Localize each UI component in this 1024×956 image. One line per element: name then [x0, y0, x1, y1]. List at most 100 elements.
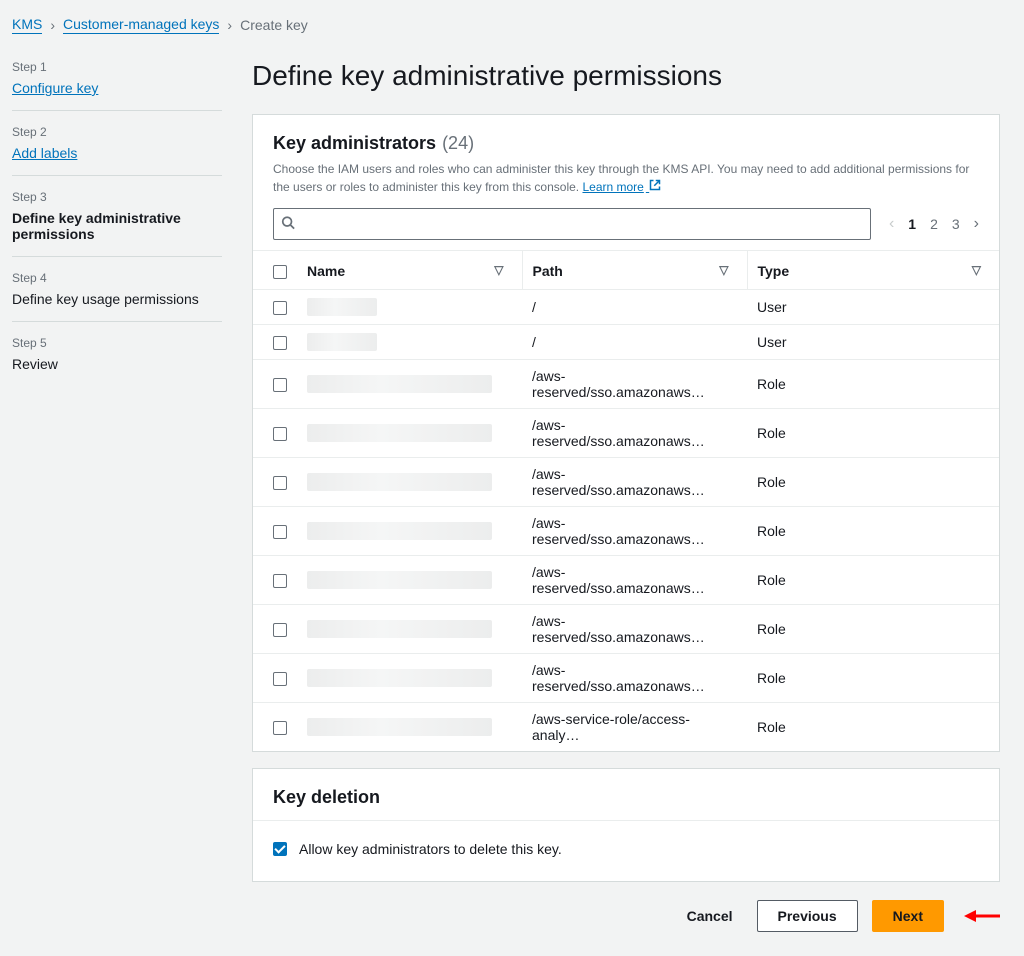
- breadcrumb-current: Create key: [240, 17, 308, 33]
- table-row: /aws-reserved/sso.amazonaws…Role: [253, 556, 999, 605]
- page-3[interactable]: 3: [952, 216, 960, 232]
- page-2[interactable]: 2: [930, 216, 938, 232]
- step-title[interactable]: Configure key: [12, 80, 222, 96]
- search-icon: [281, 216, 295, 233]
- redacted-name: [307, 333, 377, 351]
- cell-path: /aws-reserved/sso.amazonaws…: [522, 458, 747, 507]
- redacted-name: [307, 473, 492, 491]
- search-input[interactable]: [273, 208, 871, 240]
- cell-type: User: [747, 325, 999, 360]
- table-row: /aws-service-role/access-analy…Role: [253, 703, 999, 752]
- cell-type: User: [747, 290, 999, 325]
- wizard-step-3: Step 3 Define key administrative permiss…: [12, 190, 222, 257]
- sort-icon: ▽: [719, 263, 728, 277]
- breadcrumb-kms[interactable]: KMS: [12, 16, 42, 34]
- search-input-wrapper: [273, 208, 871, 240]
- learn-more-link[interactable]: Learn more: [582, 180, 661, 194]
- panel-count: (24): [442, 133, 474, 154]
- cell-path: /aws-reserved/sso.amazonaws…: [522, 605, 747, 654]
- table-row: /User: [253, 325, 999, 360]
- footer-actions: Cancel Previous Next: [252, 900, 1000, 932]
- redacted-name: [307, 718, 492, 736]
- column-header-type[interactable]: Type▽: [747, 251, 999, 290]
- wizard-sidebar: Step 1 Configure key Step 2 Add labels S…: [12, 60, 222, 932]
- row-checkbox[interactable]: [273, 574, 287, 588]
- main-content: Define key administrative permissions Ke…: [252, 60, 1000, 932]
- cancel-button[interactable]: Cancel: [677, 900, 743, 932]
- wizard-step-4: Step 4 Define key usage permissions: [12, 271, 222, 322]
- panel-title: Key deletion: [273, 787, 979, 808]
- administrators-table: Name▽ Path▽ Type▽ /User/User/aws-reserve…: [253, 250, 999, 751]
- cell-path: /aws-reserved/sso.amazonaws…: [522, 360, 747, 409]
- select-all-checkbox[interactable]: [273, 265, 287, 279]
- allow-delete-checkbox[interactable]: [273, 842, 287, 856]
- cell-type: Role: [747, 507, 999, 556]
- wizard-step-1[interactable]: Step 1 Configure key: [12, 60, 222, 111]
- step-title: Review: [12, 356, 222, 372]
- row-checkbox[interactable]: [273, 378, 287, 392]
- step-number: Step 4: [12, 271, 222, 285]
- cell-type: Role: [747, 605, 999, 654]
- breadcrumb: KMS › Customer-managed keys › Create key: [12, 16, 1000, 34]
- cell-type: Role: [747, 409, 999, 458]
- page-prev-button[interactable]: ‹: [889, 215, 894, 233]
- panel-description: Choose the IAM users and roles who can a…: [273, 160, 979, 196]
- panel-title: Key administrators: [273, 133, 436, 154]
- cell-path: /: [522, 325, 747, 360]
- redacted-name: [307, 424, 492, 442]
- wizard-step-2[interactable]: Step 2 Add labels: [12, 125, 222, 176]
- key-deletion-panel: Key deletion Allow key administrators to…: [252, 768, 1000, 882]
- row-checkbox[interactable]: [273, 476, 287, 490]
- cell-path: /aws-reserved/sso.amazonaws…: [522, 654, 747, 703]
- row-checkbox[interactable]: [273, 525, 287, 539]
- step-title: Define key administrative permissions: [12, 210, 222, 242]
- key-administrators-panel: Key administrators (24) Choose the IAM u…: [252, 114, 1000, 752]
- row-checkbox[interactable]: [273, 672, 287, 686]
- table-row: /aws-reserved/sso.amazonaws…Role: [253, 458, 999, 507]
- row-checkbox[interactable]: [273, 427, 287, 441]
- redacted-name: [307, 669, 492, 687]
- chevron-right-icon: ›: [227, 17, 232, 33]
- row-checkbox[interactable]: [273, 721, 287, 735]
- table-row: /aws-reserved/sso.amazonaws…Role: [253, 360, 999, 409]
- breadcrumb-customer-managed-keys[interactable]: Customer-managed keys: [63, 16, 219, 34]
- allow-delete-label: Allow key administrators to delete this …: [299, 841, 562, 857]
- page-1[interactable]: 1: [908, 216, 916, 232]
- pagination: ‹ 1 2 3 ›: [889, 215, 979, 233]
- cell-type: Role: [747, 458, 999, 507]
- row-checkbox[interactable]: [273, 623, 287, 637]
- table-row: /aws-reserved/sso.amazonaws…Role: [253, 409, 999, 458]
- cell-path: /: [522, 290, 747, 325]
- page-next-button[interactable]: ›: [974, 215, 979, 233]
- step-title[interactable]: Add labels: [12, 145, 222, 161]
- table-row: /aws-reserved/sso.amazonaws…Role: [253, 654, 999, 703]
- sort-icon: ▽: [972, 263, 981, 277]
- external-link-icon: [646, 180, 661, 194]
- step-number: Step 5: [12, 336, 222, 350]
- redacted-name: [307, 298, 377, 316]
- page-title: Define key administrative permissions: [252, 60, 1000, 92]
- column-header-name[interactable]: Name▽: [297, 251, 522, 290]
- step-number: Step 2: [12, 125, 222, 139]
- sort-icon: ▽: [494, 263, 503, 277]
- row-checkbox[interactable]: [273, 301, 287, 315]
- table-row: /User: [253, 290, 999, 325]
- table-row: /aws-reserved/sso.amazonaws…Role: [253, 605, 999, 654]
- wizard-step-5: Step 5 Review: [12, 336, 222, 386]
- step-number: Step 3: [12, 190, 222, 204]
- step-title: Define key usage permissions: [12, 291, 222, 307]
- cell-path: /aws-reserved/sso.amazonaws…: [522, 409, 747, 458]
- redacted-name: [307, 571, 492, 589]
- cell-path: /aws-service-role/access-analy…: [522, 703, 747, 752]
- row-checkbox[interactable]: [273, 336, 287, 350]
- cell-type: Role: [747, 360, 999, 409]
- column-header-path[interactable]: Path▽: [522, 251, 747, 290]
- redacted-name: [307, 375, 492, 393]
- next-button[interactable]: Next: [872, 900, 944, 932]
- arrow-annotation-icon: [964, 907, 1000, 925]
- redacted-name: [307, 522, 492, 540]
- previous-button[interactable]: Previous: [757, 900, 858, 932]
- cell-type: Role: [747, 556, 999, 605]
- table-row: /aws-reserved/sso.amazonaws…Role: [253, 507, 999, 556]
- step-number: Step 1: [12, 60, 222, 74]
